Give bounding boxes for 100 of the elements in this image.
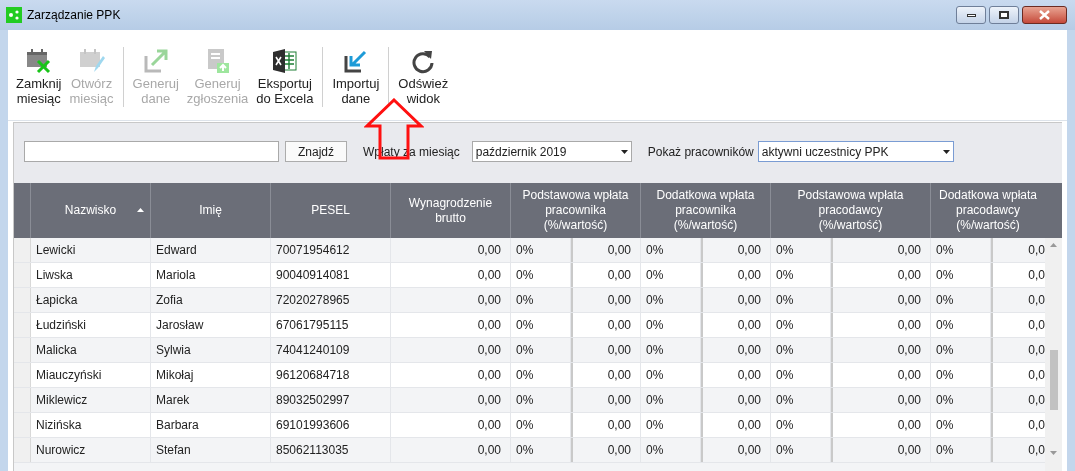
table-cell: 0% bbox=[931, 438, 991, 462]
table-cell: 67061795115 bbox=[271, 313, 391, 337]
table-cell: Nizińska bbox=[31, 413, 151, 437]
row-header[interactable] bbox=[14, 263, 31, 287]
row-header[interactable] bbox=[14, 388, 31, 412]
table-cell: 0% bbox=[771, 388, 831, 412]
table-cell: 0% bbox=[771, 413, 831, 437]
table-cell: Nurowicz bbox=[31, 438, 151, 462]
table-cell: 69101993606 bbox=[271, 413, 391, 437]
dropdown-caret-icon bbox=[942, 149, 950, 154]
toolbar-button[interactable]: Zamknij miesiąc bbox=[12, 46, 66, 106]
table-cell: Edward bbox=[151, 238, 271, 262]
table-cell: 85062113035 bbox=[271, 438, 391, 462]
table-cell: 0% bbox=[931, 313, 991, 337]
table-cell: 72020278965 bbox=[271, 288, 391, 312]
toolbar-button[interactable]: Importuj dane bbox=[328, 46, 384, 106]
table-cell: 0% bbox=[771, 238, 831, 262]
row-header[interactable] bbox=[14, 288, 31, 312]
table-cell: 0% bbox=[641, 288, 701, 312]
table-cell: 0% bbox=[931, 363, 991, 387]
close-button[interactable] bbox=[1022, 6, 1067, 24]
table-cell: Łudziński bbox=[31, 313, 151, 337]
table-cell: 89032502997 bbox=[271, 388, 391, 412]
table-cell: 0% bbox=[511, 313, 571, 337]
table-cell: 0% bbox=[641, 338, 701, 362]
row-header[interactable] bbox=[14, 313, 31, 337]
filter-label: Pokaż pracowników bbox=[647, 143, 754, 161]
find-button[interactable]: Znajdź bbox=[285, 141, 348, 162]
table-cell: Jarosław bbox=[151, 313, 271, 337]
table-cell: Stefan bbox=[151, 438, 271, 462]
table-cell: 0,00 bbox=[391, 363, 511, 387]
table-cell: 0,00 bbox=[391, 413, 511, 437]
scroll-up-icon[interactable] bbox=[1050, 243, 1057, 247]
spreadsheet-icon bbox=[271, 48, 298, 74]
table-cell: Malicka bbox=[31, 338, 151, 362]
table-cell: 0% bbox=[931, 388, 991, 412]
table-cell: 0% bbox=[641, 263, 701, 287]
table-cell: 0,00 bbox=[391, 263, 511, 287]
table-cell: 0% bbox=[641, 438, 701, 462]
table-cell: Liwska bbox=[31, 263, 151, 287]
scroll-thumb[interactable] bbox=[1049, 350, 1058, 410]
table-cell: 0% bbox=[511, 438, 571, 462]
search-field[interactable] bbox=[24, 141, 279, 162]
minimize-icon bbox=[966, 13, 976, 17]
table-cell: 0% bbox=[771, 338, 831, 362]
table-cell: 0% bbox=[931, 263, 991, 287]
row-header[interactable] bbox=[14, 438, 31, 462]
dropdown[interactable]: aktywni uczestnicy PPK bbox=[757, 141, 954, 162]
calendar-cross-icon bbox=[25, 48, 52, 74]
table-cell: Mikołaj bbox=[151, 363, 271, 387]
table-cell: 0,00 bbox=[391, 313, 511, 337]
table-cell: 90040914081 bbox=[271, 263, 391, 287]
maximize-button[interactable] bbox=[989, 6, 1019, 24]
table-cell: Miauczyński bbox=[31, 363, 151, 387]
table-cell: Sylwia bbox=[151, 338, 271, 362]
table-cell: 0% bbox=[511, 338, 571, 362]
calendar-pencil-icon bbox=[78, 48, 105, 74]
table-cell: 0,00 bbox=[391, 438, 511, 462]
table-cell: 0% bbox=[771, 438, 831, 462]
row-header[interactable] bbox=[14, 363, 31, 387]
app-logo-icon bbox=[6, 7, 22, 23]
table-cell: 0% bbox=[641, 413, 701, 437]
table-cell: 0,00 bbox=[391, 388, 511, 412]
table-cell: 0% bbox=[511, 388, 571, 412]
window-title: Zarządzanie PPK bbox=[27, 7, 121, 24]
row-header[interactable] bbox=[14, 338, 31, 362]
row-header[interactable] bbox=[14, 238, 31, 262]
table-cell: 0% bbox=[771, 263, 831, 287]
table-cell: 74041240109 bbox=[271, 338, 391, 362]
export-arrow-icon bbox=[142, 48, 169, 74]
table-cell: 0,00 bbox=[391, 338, 511, 362]
table-cell: 0% bbox=[641, 388, 701, 412]
table-cell: 0% bbox=[771, 313, 831, 337]
table-cell: Łapicka bbox=[31, 288, 151, 312]
table-cell: 0% bbox=[641, 313, 701, 337]
table-cell: 0% bbox=[931, 338, 991, 362]
dropdown-caret-icon bbox=[620, 149, 628, 154]
table-cell: 0% bbox=[511, 238, 571, 262]
table-cell: Barbara bbox=[151, 413, 271, 437]
toolbar-button[interactable]: Eksportuj do Excela bbox=[252, 46, 318, 106]
dropdown[interactable]: październik 2019 bbox=[471, 141, 632, 162]
table-cell: 96120684718 bbox=[271, 363, 391, 387]
table-cell: 0% bbox=[511, 288, 571, 312]
scroll-down-icon[interactable] bbox=[1050, 451, 1057, 455]
close-icon bbox=[1039, 10, 1050, 20]
table-cell: 0% bbox=[931, 413, 991, 437]
table-cell: 0% bbox=[641, 238, 701, 262]
table-cell: 0% bbox=[511, 413, 571, 437]
maximize-icon bbox=[999, 11, 1009, 19]
table-cell: Lewicki bbox=[31, 238, 151, 262]
table-cell: 0% bbox=[931, 288, 991, 312]
toolbar-button[interactable]: Odśwież widok bbox=[394, 46, 453, 106]
row-header[interactable] bbox=[14, 413, 31, 437]
table-cell: 0% bbox=[641, 363, 701, 387]
table-cell: 0% bbox=[771, 288, 831, 312]
minimize-button[interactable] bbox=[956, 6, 986, 24]
import-arrow-icon bbox=[342, 48, 369, 74]
scrollbar[interactable] bbox=[1045, 183, 1062, 471]
table-cell: Marek bbox=[151, 388, 271, 412]
sort-arrow-icon bbox=[137, 208, 144, 212]
